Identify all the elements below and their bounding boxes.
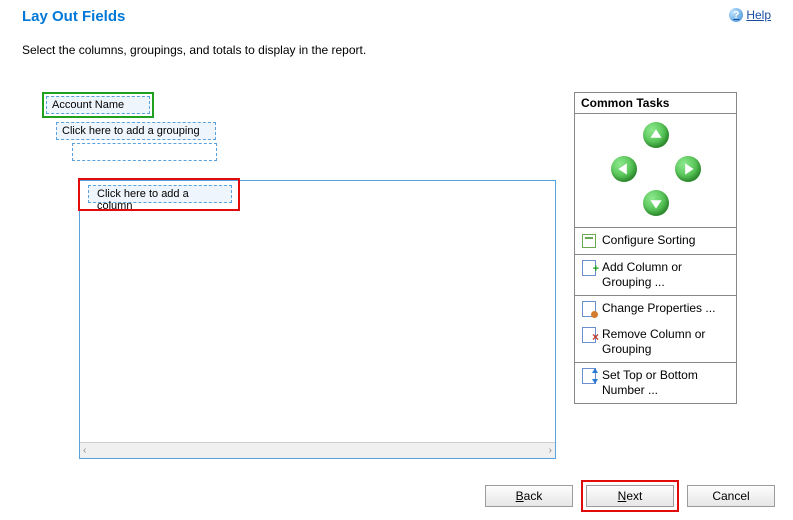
arrow-down-icon [649, 196, 663, 210]
next-button-highlight: Next [581, 480, 679, 512]
add-column-icon [581, 260, 597, 276]
help-label: Help [746, 8, 771, 22]
add-grouping-placeholder[interactable]: Click here to add a grouping [56, 122, 216, 140]
remove-column-label: Remove Column or Grouping [602, 327, 730, 357]
wizard-buttons: Back Next Cancel [485, 480, 775, 512]
common-tasks-header: Common Tasks [575, 93, 736, 114]
move-arrows-area [575, 114, 736, 228]
columns-canvas: Click here to add a column ‹ › [79, 180, 556, 459]
account-name-highlight: Account Name [42, 92, 154, 118]
remove-column-icon [581, 327, 597, 343]
arrow-left-icon [617, 162, 631, 176]
add-column-placeholder[interactable]: Click here to add a column [88, 185, 232, 203]
arrow-right-icon [681, 162, 695, 176]
help-icon: ? [729, 8, 743, 22]
change-properties-icon [581, 301, 597, 317]
move-left-button[interactable] [611, 156, 637, 182]
set-top-bottom-icon [581, 368, 597, 384]
arrow-up-icon [649, 128, 663, 142]
next-button[interactable]: Next [586, 485, 674, 507]
move-down-button[interactable] [643, 190, 669, 216]
next-button-label-rest: ext [626, 489, 642, 503]
move-up-button[interactable] [643, 122, 669, 148]
change-properties-task[interactable]: Change Properties ... [575, 296, 736, 322]
change-properties-label: Change Properties ... [602, 301, 730, 316]
set-top-bottom-task[interactable]: Set Top or Bottom Number ... [575, 363, 736, 403]
add-column-task[interactable]: Add Column or Grouping ... [575, 255, 736, 296]
account-name-field[interactable]: Account Name [46, 96, 150, 114]
move-right-button[interactable] [675, 156, 701, 182]
field-layout-area: Account Name Click here to add a groupin… [42, 92, 217, 161]
set-top-bottom-label: Set Top or Bottom Number ... [602, 368, 730, 398]
scroll-left-icon[interactable]: ‹ [83, 445, 86, 456]
configure-sorting-label: Configure Sorting [602, 233, 730, 248]
back-button-label-rest: ack [524, 489, 543, 503]
configure-sorting-icon [581, 233, 597, 249]
scroll-right-icon[interactable]: › [549, 445, 552, 456]
instruction-text: Select the columns, groupings, and total… [0, 25, 793, 57]
back-button[interactable]: Back [485, 485, 573, 507]
configure-sorting-task[interactable]: Configure Sorting [575, 228, 736, 255]
help-link[interactable]: ? Help [729, 8, 771, 22]
common-tasks-panel: Common Tasks Configure Sorting Add Colum… [574, 92, 737, 404]
cancel-button[interactable]: Cancel [687, 485, 775, 507]
page-title: Lay Out Fields [22, 8, 125, 25]
empty-grouping-placeholder[interactable] [72, 143, 217, 161]
remove-column-task[interactable]: Remove Column or Grouping [575, 322, 736, 363]
add-column-label: Add Column or Grouping ... [602, 260, 730, 290]
horizontal-scrollbar[interactable]: ‹ › [80, 442, 555, 458]
